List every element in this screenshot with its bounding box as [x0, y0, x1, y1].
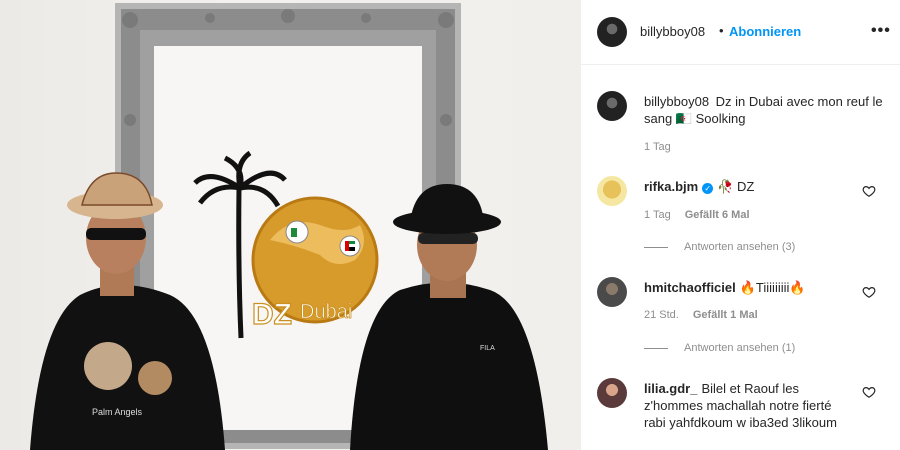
heart-icon[interactable] — [862, 385, 876, 399]
separator-dot: • — [719, 23, 724, 38]
heart-icon[interactable] — [862, 285, 876, 299]
view-replies-button[interactable]: Antworten ansehen (3) — [644, 241, 795, 253]
post-sidebar: billybboy08 • Abonnieren ••• billybboy08… — [580, 0, 900, 450]
caption-time[interactable]: 1 Tag — [644, 141, 671, 153]
caption: billybboy08 Dz in Dubai avec mon reuf le… — [644, 93, 884, 127]
logo-dubai-text: Dubai — [300, 301, 352, 323]
comment: rifka.bjm ✓ 🥀 DZ — [644, 178, 844, 195]
post-photo[interactable]: DZ Dubai Palm Angels FILA — [0, 0, 580, 450]
comment-text: 🔥Tiiiiiiiii🔥 — [739, 280, 806, 295]
view-replies-label: Antworten ansehen (1) — [684, 342, 796, 354]
comment-meta: 1 Tag Gefällt 6 Mal — [644, 209, 750, 221]
comment-meta: 21 Std. Gefällt 1 Mal — [644, 309, 758, 321]
tshirt-brand-text: Palm Angels — [92, 407, 143, 417]
comment-text: 🥀 DZ — [717, 179, 755, 194]
uae-pin — [339, 235, 361, 257]
comment-username[interactable]: lilia.gdr_ — [644, 381, 697, 396]
comment-avatar[interactable] — [597, 277, 627, 307]
comment-username[interactable]: hmitchaofficiel — [644, 280, 736, 295]
replies-line — [644, 347, 668, 349]
comment: lilia.gdr_ Bilel et Raouf les z'hommes ma… — [644, 380, 844, 431]
header-username[interactable]: billybboy08 — [640, 24, 705, 39]
logo-dz-text: DZ — [252, 298, 292, 331]
comment-username[interactable]: rifka.bjm — [644, 179, 698, 194]
avatar[interactable] — [597, 17, 627, 47]
photo-illustration: DZ Dubai Palm Angels FILA — [30, 3, 548, 450]
post-header: billybboy08 • Abonnieren ••• — [581, 0, 900, 65]
verified-badge-icon: ✓ — [702, 183, 714, 194]
caption-avatar[interactable] — [597, 91, 627, 121]
comment-likes[interactable]: Gefällt 1 Mal — [693, 309, 758, 321]
palm-tree — [236, 187, 244, 339]
replies-line — [644, 246, 668, 248]
comment-time[interactable]: 1 Tag — [644, 209, 671, 221]
comment-time[interactable]: 21 Std. — [644, 309, 679, 321]
heart-icon[interactable] — [862, 184, 876, 198]
view-replies-label: Antworten ansehen (3) — [684, 241, 796, 253]
follow-button[interactable]: Abonnieren — [729, 24, 801, 39]
comment-avatar[interactable] — [597, 378, 627, 408]
view-replies-button[interactable]: Antworten ansehen (1) — [644, 342, 795, 354]
comment-avatar[interactable] — [597, 176, 627, 206]
comment-likes[interactable]: Gefällt 6 Mal — [685, 209, 750, 221]
more-options-icon[interactable]: ••• — [871, 22, 891, 40]
tshirt-brand2-text: FILA — [480, 345, 495, 352]
comment: hmitchaofficiel 🔥Tiiiiiiiii🔥 — [644, 279, 844, 296]
caption-username[interactable]: billybboy08 — [644, 94, 709, 109]
